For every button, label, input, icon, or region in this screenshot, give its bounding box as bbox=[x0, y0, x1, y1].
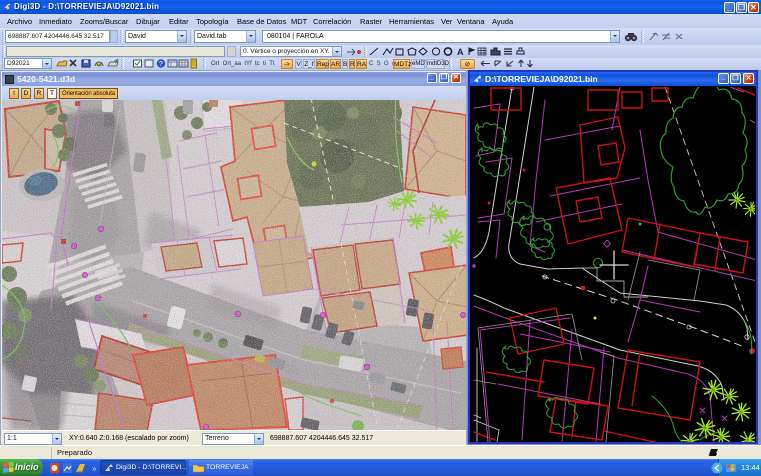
svg-text:»: » bbox=[92, 464, 97, 473]
svg-text:?: ? bbox=[159, 61, 163, 68]
svg-text:A: A bbox=[457, 47, 464, 57]
